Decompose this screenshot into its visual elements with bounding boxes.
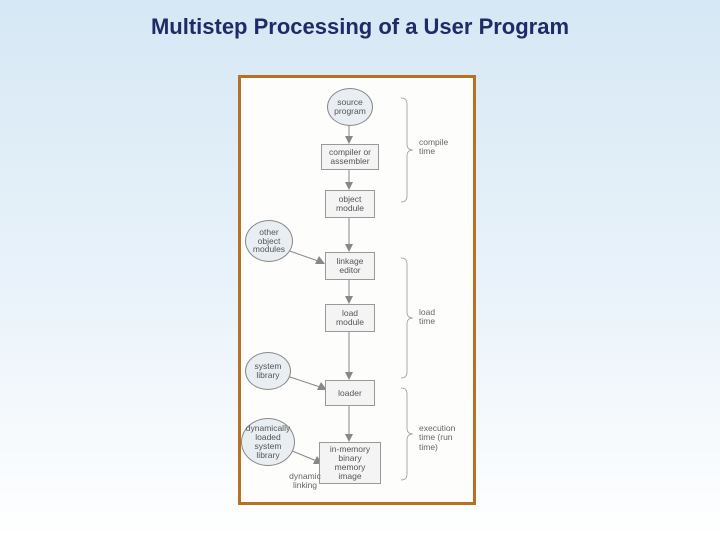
- node-source-program: source program: [327, 88, 373, 126]
- node-dynamic-library: dynamically loaded system library: [241, 418, 295, 466]
- node-other-object-modules: other object modules: [245, 220, 293, 262]
- node-linkage-editor: linkage editor: [325, 252, 375, 280]
- page-title: Multistep Processing of a User Program: [0, 14, 720, 40]
- node-system-library: system library: [245, 352, 291, 390]
- diagram-frame: source program compiler or assembler obj…: [238, 75, 476, 505]
- label-execution-time: execution time (run time): [419, 424, 455, 452]
- node-load-module: load module: [325, 304, 375, 332]
- node-object-module: object module: [325, 190, 375, 218]
- label-load-time: load time: [419, 308, 435, 327]
- label-dynamic-linking: dynamic linking: [285, 472, 325, 491]
- node-loader: loader: [325, 380, 375, 406]
- label-compile-time: compile time: [419, 138, 448, 157]
- node-memory-image: in-memory binary memory image: [319, 442, 381, 484]
- node-compiler: compiler or assembler: [321, 144, 379, 170]
